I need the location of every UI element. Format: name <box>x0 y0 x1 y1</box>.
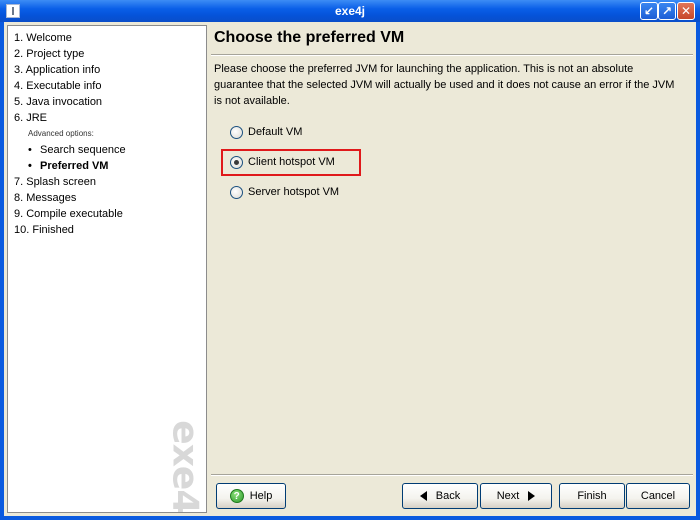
cancel-button-label: Cancel <box>640 490 676 502</box>
maximize-icon: ↗ <box>661 4 673 18</box>
arrow-left-icon <box>419 491 427 501</box>
title-bar[interactable]: exe4j ↙ ↗ ✕ <box>0 0 700 22</box>
help-button-label: Help <box>249 490 273 502</box>
highlight-box <box>221 149 361 176</box>
next-button-label: Next <box>496 490 520 502</box>
radio-button[interactable] <box>230 125 243 139</box>
back-button-label: Back <box>435 490 461 502</box>
step-executable-info[interactable]: 4. Executable info <box>14 80 101 92</box>
close-button[interactable]: ✕ <box>677 2 695 20</box>
finish-button[interactable]: Finish <box>559 483 625 509</box>
cancel-button[interactable]: Cancel <box>626 483 690 509</box>
client-area: 1. Welcome 2. Project type 3. Applicatio… <box>4 22 696 516</box>
help-icon: ? <box>229 489 244 503</box>
app-window: exe4j ↙ ↗ ✕ 1. Welcome 2. Project type 3… <box>0 0 700 520</box>
step-splash-screen[interactable]: 7. Splash screen <box>14 176 96 188</box>
content-panel: Choose the preferred VM Please choose th… <box>211 25 693 473</box>
bullet-icon: • <box>28 160 32 172</box>
bullet-icon: • <box>28 144 32 156</box>
close-icon: ✕ <box>680 4 692 18</box>
step-label: Preferred VM <box>40 160 109 172</box>
radio-button[interactable] <box>230 185 243 199</box>
button-bar-divider <box>211 474 693 476</box>
wizard-steps-panel: 1. Welcome 2. Project type 3. Applicatio… <box>7 25 207 513</box>
step-preferred-vm[interactable]: • Preferred VM <box>28 160 108 172</box>
step-finished[interactable]: 10. Finished <box>14 224 74 236</box>
step-java-invocation[interactable]: 5. Java invocation <box>14 96 102 108</box>
maximize-button[interactable]: ↗ <box>658 2 676 20</box>
window-title: exe4j <box>334 4 366 18</box>
step-search-sequence[interactable]: • Search sequence <box>28 144 126 156</box>
step-label: Search sequence <box>40 144 126 156</box>
radio-label: Default VM <box>248 126 303 138</box>
radio-label: Server hotspot VM <box>248 186 340 198</box>
arrow-right-icon <box>528 491 536 501</box>
step-application-info[interactable]: 3. Application info <box>14 64 100 76</box>
exe4j-watermark-logo: exe4j <box>164 420 205 513</box>
finish-button-label: Finish <box>577 490 607 502</box>
radio-default-vm[interactable]: Default VM <box>230 124 302 140</box>
step-welcome[interactable]: 1. Welcome <box>14 32 72 44</box>
page-title: Choose the preferred VM <box>214 29 405 46</box>
page-description: Please choose the preferred JVM for laun… <box>214 63 675 107</box>
step-compile-executable[interactable]: 9. Compile executable <box>14 208 123 220</box>
step-messages[interactable]: 8. Messages <box>14 192 76 204</box>
advanced-options-label: Advanced options: <box>28 129 94 138</box>
step-project-type[interactable]: 2. Project type <box>14 48 84 60</box>
minimize-button[interactable]: ↙ <box>640 2 658 20</box>
radio-server-hotspot-vm[interactable]: Server hotspot VM <box>230 184 339 200</box>
heading-divider <box>211 54 693 56</box>
back-button[interactable]: Back <box>402 483 478 509</box>
next-button[interactable]: Next <box>480 483 552 509</box>
minimize-icon: ↙ <box>643 4 655 18</box>
step-jre[interactable]: 6. JRE <box>14 112 47 124</box>
help-button[interactable]: ? Help <box>216 483 286 509</box>
